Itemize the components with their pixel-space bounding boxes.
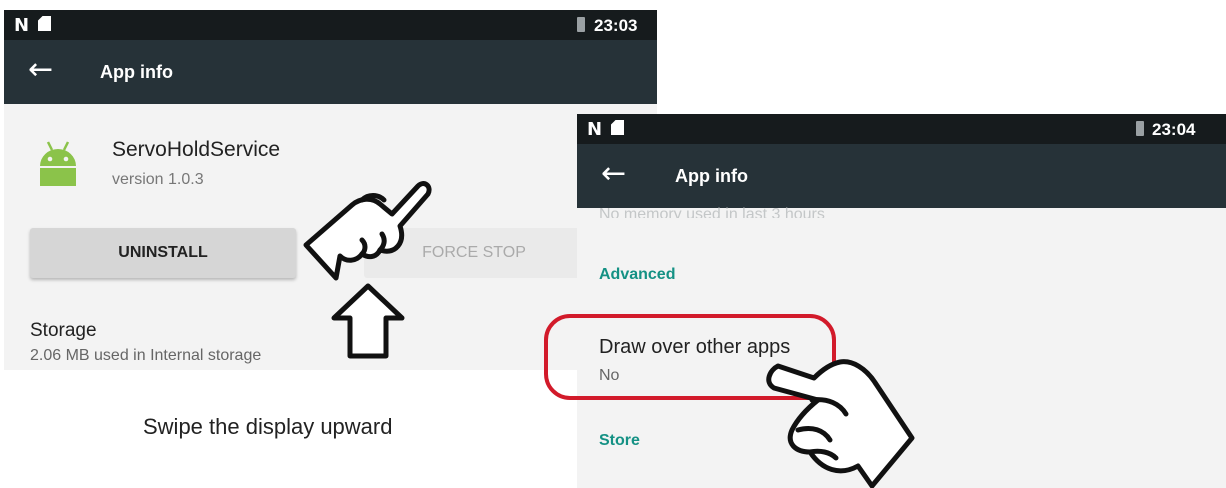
instruction-overlays — [303, 181, 915, 488]
pointing-hand-icon — [303, 181, 432, 281]
pointing-hand-icon — [766, 359, 915, 488]
up-arrow-icon — [331, 283, 405, 359]
